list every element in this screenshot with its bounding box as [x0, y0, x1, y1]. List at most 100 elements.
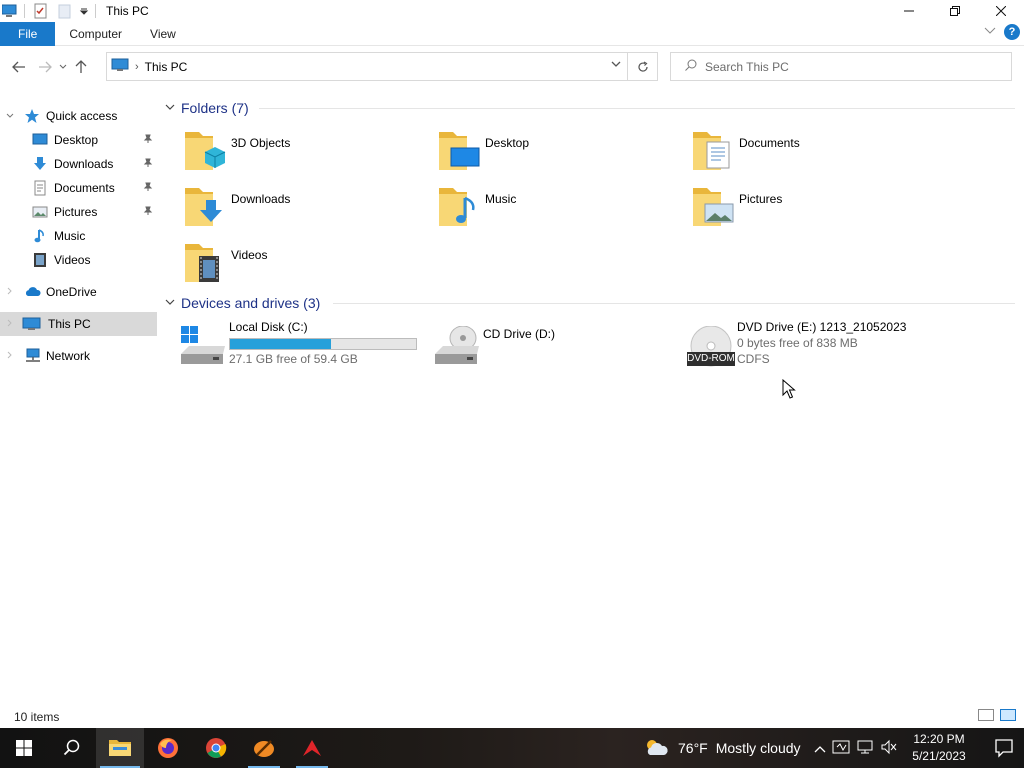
address-bar[interactable]: › This PC [106, 52, 658, 81]
expand-chevron-icon[interactable] [4, 319, 16, 329]
drive-free-space: 0 bytes free of 838 MB [737, 336, 858, 350]
taskbar-chrome[interactable] [192, 728, 240, 768]
close-button[interactable] [978, 0, 1024, 22]
customize-toolbar-chevron-icon[interactable] [79, 3, 89, 19]
folder-videos[interactable]: Videos [185, 240, 435, 290]
tab-view[interactable]: View [136, 22, 190, 46]
storage-usage-bar [229, 338, 417, 350]
app-tray-icon[interactable] [832, 739, 850, 758]
restore-button[interactable] [932, 0, 978, 22]
breadcrumb-separator[interactable]: › [135, 61, 139, 73]
volume-muted-icon[interactable] [880, 739, 898, 758]
document-icon [32, 180, 48, 196]
network-icon[interactable] [856, 739, 874, 758]
show-hidden-icons-chevron-icon[interactable] [814, 741, 826, 756]
sidebar-item-desktop[interactable]: Desktop [0, 128, 157, 152]
expand-ribbon-chevron-icon[interactable] [984, 27, 996, 38]
documents-folder-icon [693, 128, 741, 176]
folder-label: Videos [231, 248, 268, 262]
pin-icon[interactable] [143, 206, 153, 219]
taskbar-app-red[interactable] [288, 728, 336, 768]
expand-chevron-icon[interactable] [4, 351, 16, 361]
notification-center-icon[interactable] [994, 738, 1014, 758]
back-button[interactable] [8, 56, 30, 78]
pin-icon[interactable] [143, 182, 153, 195]
videos-folder-icon [185, 240, 233, 288]
title-bar: This PC [0, 0, 1024, 22]
group-header-devices[interactable]: Devices and drives (3) [165, 293, 320, 313]
drive-local-disk-c[interactable]: Local Disk (C:) 27.1 GB free of 59.4 GB [179, 320, 429, 376]
separator [24, 4, 25, 18]
sidebar-item-label: Pictures [54, 205, 98, 219]
folder-label: 3D Objects [231, 136, 291, 150]
folder-downloads[interactable]: Downloads [185, 184, 435, 234]
firefox-icon [158, 738, 178, 758]
search-box[interactable]: Search This PC [670, 52, 1012, 81]
minimize-button[interactable] [886, 0, 932, 22]
folder-pictures[interactable]: Pictures [693, 184, 943, 234]
sidebar-item-videos[interactable]: Videos [0, 248, 157, 272]
collapse-chevron-icon[interactable] [165, 102, 181, 114]
sidebar-item-music[interactable]: Music [0, 224, 157, 248]
chrome-icon [206, 738, 227, 758]
ribbon-tabs: File Computer View ? [0, 21, 1024, 46]
sidebar-item-documents[interactable]: Documents [0, 176, 157, 200]
quick-access-toolbar [0, 0, 102, 22]
help-icon[interactable]: ? [1004, 24, 1020, 40]
folder-music[interactable]: Music [439, 184, 689, 234]
desktop-icon [32, 132, 48, 148]
search-button[interactable] [48, 728, 96, 768]
expand-chevron-icon[interactable] [4, 287, 16, 297]
clock[interactable]: 12:20 PM 5/21/2023 [906, 731, 972, 765]
drive-cd-d[interactable]: CD Drive (D:) [433, 320, 683, 376]
properties-icon[interactable] [33, 3, 49, 19]
folder-label: Music [485, 192, 517, 206]
tab-computer[interactable]: Computer [55, 22, 136, 46]
search-icon [685, 59, 697, 74]
sidebar-item-quick-access[interactable]: Quick access [0, 104, 157, 128]
taskbar-firefox[interactable] [144, 728, 192, 768]
pictures-folder-icon [693, 184, 741, 232]
sidebar-item-downloads[interactable]: Downloads [0, 152, 157, 176]
pin-icon[interactable] [143, 158, 153, 171]
pin-icon[interactable] [143, 134, 153, 147]
details-view-icon[interactable] [978, 709, 994, 721]
new-folder-icon[interactable] [57, 3, 73, 19]
start-button[interactable] [0, 728, 48, 768]
breadcrumb-this-pc[interactable]: This PC [145, 60, 188, 74]
recent-locations-chevron-icon[interactable] [56, 56, 70, 78]
forward-button[interactable] [34, 56, 56, 78]
search-input[interactable]: Search This PC [705, 60, 789, 74]
up-button[interactable] [70, 56, 92, 78]
sidebar-item-label: Downloads [54, 157, 114, 171]
sidebar-item-pictures[interactable]: Pictures [0, 200, 157, 224]
group-header-folders[interactable]: Folders (7) [165, 98, 249, 118]
weather-temp: 76°F [678, 740, 708, 756]
sidebar-item-label: Music [54, 229, 86, 243]
group-title: Folders (7) [181, 100, 249, 116]
address-history-chevron-icon[interactable] [611, 59, 621, 71]
mouse-cursor-icon [782, 379, 796, 399]
expand-chevron-icon[interactable] [4, 111, 16, 121]
app-red-icon [303, 740, 321, 756]
taskbar-app-orange[interactable] [240, 728, 288, 768]
computer-icon[interactable] [1, 3, 18, 19]
folder-desktop[interactable]: Desktop [439, 128, 689, 178]
large-icons-view-icon[interactable] [1000, 709, 1016, 721]
window-title: This PC [106, 4, 149, 18]
group-title: Devices and drives (3) [181, 295, 321, 311]
folder-3d-objects[interactable]: 3D Objects [185, 128, 435, 178]
folder-documents[interactable]: Documents [693, 128, 943, 178]
weather-widget[interactable]: 76°F Mostly cloudy [644, 728, 801, 768]
taskbar-file-explorer[interactable] [96, 728, 144, 768]
drive-free-space: 27.1 GB free of 59.4 GB [229, 352, 358, 366]
drive-label: DVD Drive (E:) 1213_21052023 [737, 320, 907, 334]
collapse-chevron-icon[interactable] [165, 297, 181, 309]
sidebar-item-network[interactable]: Network [0, 344, 157, 368]
tab-file[interactable]: File [0, 21, 56, 46]
drive-dvd-e[interactable]: DVD-ROM DVD Drive (E:) 1213_21052023 0 b… [687, 320, 937, 376]
status-bar: 10 items [0, 706, 1024, 728]
sidebar-item-this-pc[interactable]: This PC [0, 312, 157, 336]
refresh-button[interactable] [627, 53, 657, 80]
sidebar-item-onedrive[interactable]: OneDrive [0, 280, 157, 304]
